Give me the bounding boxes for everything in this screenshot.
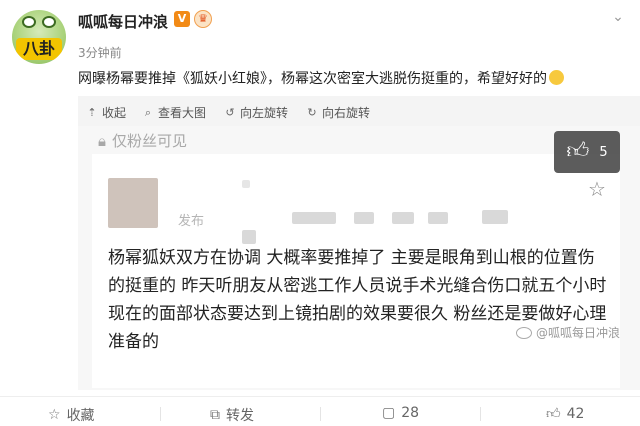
comment-icon: ▢ [382,405,396,421]
avatar-badge-text: 八卦 [16,38,62,60]
blurred-text [354,212,374,224]
thumbs-up-icon: 👍︎ [566,139,590,164]
image-toolbar: ⇡ 收起 ⌕ 查看大图 ↺ 向左旋转 ↻ 向右旋转 [78,96,640,126]
post-header: 八卦 呱呱每日冲浪 V ♛ 3分钟前 ⌄ 网曝杨幂要推掉《狐妖小红娘》，杨幂这次… [0,0,640,100]
blurred-text [482,210,508,224]
collapse-label: 收起 [102,106,127,120]
divider [320,407,321,421]
collapse-button[interactable]: ⇡ 收起 [86,104,126,121]
collapse-icon: ⇡ [87,105,97,119]
star-icon: ☆ [588,177,606,201]
blurred-text [292,212,336,224]
fans-only-text: 仅粉丝可见 [111,132,187,150]
divider [480,407,481,421]
hug-emoji-icon [549,70,564,85]
blurred-text [242,180,250,188]
rotate-right-label: 向右旋转 [322,106,371,120]
screenshot-card: 发布 ☆ 杨幂狐妖双方在协调 大概率要推掉了 主要是眼角到山根的位置伤的挺重的 … [92,154,620,388]
rotate-left-button[interactable]: ↺ 向左旋转 [224,104,288,121]
divider [160,407,161,421]
rotate-right-button[interactable]: ↻ 向右旋转 [306,104,370,121]
zoom-icon: ⌕ [144,105,152,119]
like-count: 42 [566,405,585,422]
view-large-label: 查看大图 [158,106,207,120]
weibo-logo-icon [516,326,532,339]
avatar[interactable]: 八卦 [12,10,66,64]
thumbs-up-icon: 👍︎ [546,406,561,422]
action-bar: ☆ 收藏 ⧉ 转发 ▢ 28 👍︎ 42 [0,396,640,426]
favorite-label: 收藏 [66,408,95,424]
crown-icon: ♛ [194,10,212,28]
image-like-count: 5 [599,144,608,160]
blurred-text [242,230,256,244]
blurred-avatar [108,178,158,228]
chevron-down-icon[interactable]: ⌄ [610,10,626,26]
publish-label: 发布 [178,214,205,229]
star-icon: ☆ [48,407,61,423]
fans-only-label: 🔒︎ 仅粉丝可见 [98,130,187,151]
watermark-text: @呱呱每日冲浪 [536,326,621,340]
comment-button[interactable]: ▢ 28 [382,405,419,421]
like-button[interactable]: 👍︎ 42 [546,405,585,423]
repost-icon: ⧉ [210,407,220,423]
rotate-right-icon: ↻ [307,105,317,119]
watermark: @呱呱每日冲浪 [516,324,620,341]
image-like-button[interactable]: 👍︎ 5 [554,131,620,173]
post-text: 网曝杨幂要推掉《狐妖小红娘》，杨幂这次密室大逃脱伤挺重的，希望好好的 [78,68,564,88]
post-time[interactable]: 3分钟前 [78,44,122,61]
frog-eye-left [22,16,36,28]
rotate-left-icon: ↺ [225,105,235,119]
rotate-left-label: 向左旋转 [240,106,289,120]
repost-button[interactable]: ⧉ 转发 [210,405,254,425]
repost-label: 转发 [226,408,254,424]
username[interactable]: 呱呱每日冲浪 [78,11,168,32]
frog-eye-right [42,16,56,28]
favorite-button[interactable]: ☆ 收藏 [48,405,95,425]
blurred-text [428,212,448,224]
comment-count: 28 [401,405,420,421]
blurred-text [392,212,414,224]
lock-icon: 🔒︎ [98,131,106,150]
verified-vip-icon: V [174,11,190,27]
post-text-content: 网曝杨幂要推掉《狐妖小红娘》，杨幂这次密室大逃脱伤挺重的，希望好好的 [78,71,547,87]
view-large-button[interactable]: ⌕ 查看大图 [142,104,206,121]
